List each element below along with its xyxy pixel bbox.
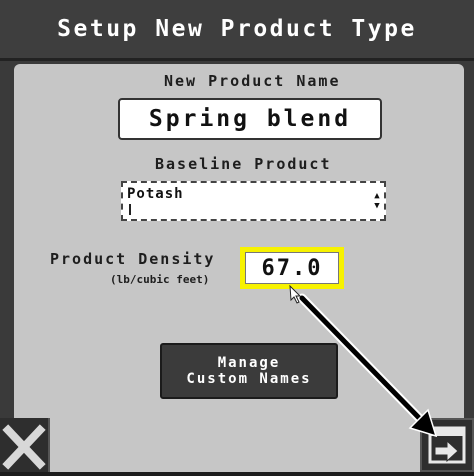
next-page-icon	[428, 426, 466, 464]
title-bar: Setup New Product Type	[0, 0, 474, 61]
page-title: Setup New Product Type	[57, 16, 417, 42]
product-name-field[interactable]: Spring blend	[118, 98, 382, 140]
baseline-selected-value: Potash	[127, 186, 184, 202]
setup-product-screen: Setup New Product Type New Product Name …	[0, 0, 474, 472]
manage-custom-names-button[interactable]: Manage Custom Names	[160, 343, 338, 399]
density-value: 67.0	[245, 252, 339, 284]
baseline-product-select[interactable]: Potash ▲ ▼	[121, 181, 386, 221]
product-density-label: Product Density	[50, 250, 216, 268]
baseline-product-label: Baseline Product	[155, 155, 332, 173]
manage-button-line1: Manage	[217, 355, 281, 371]
up-down-arrows-icon[interactable]: ▲ ▼	[372, 185, 382, 217]
manage-button-line2: Custom Names	[186, 371, 312, 387]
product-density-field[interactable]: 67.0	[240, 247, 344, 289]
product-name-label: New Product Name	[164, 72, 341, 90]
next-button[interactable]	[420, 418, 474, 472]
close-x-icon	[2, 424, 46, 470]
density-unit-label: (lb/cubic feet)	[110, 273, 210, 286]
cancel-button[interactable]	[0, 418, 50, 472]
text-cursor	[129, 204, 131, 215]
